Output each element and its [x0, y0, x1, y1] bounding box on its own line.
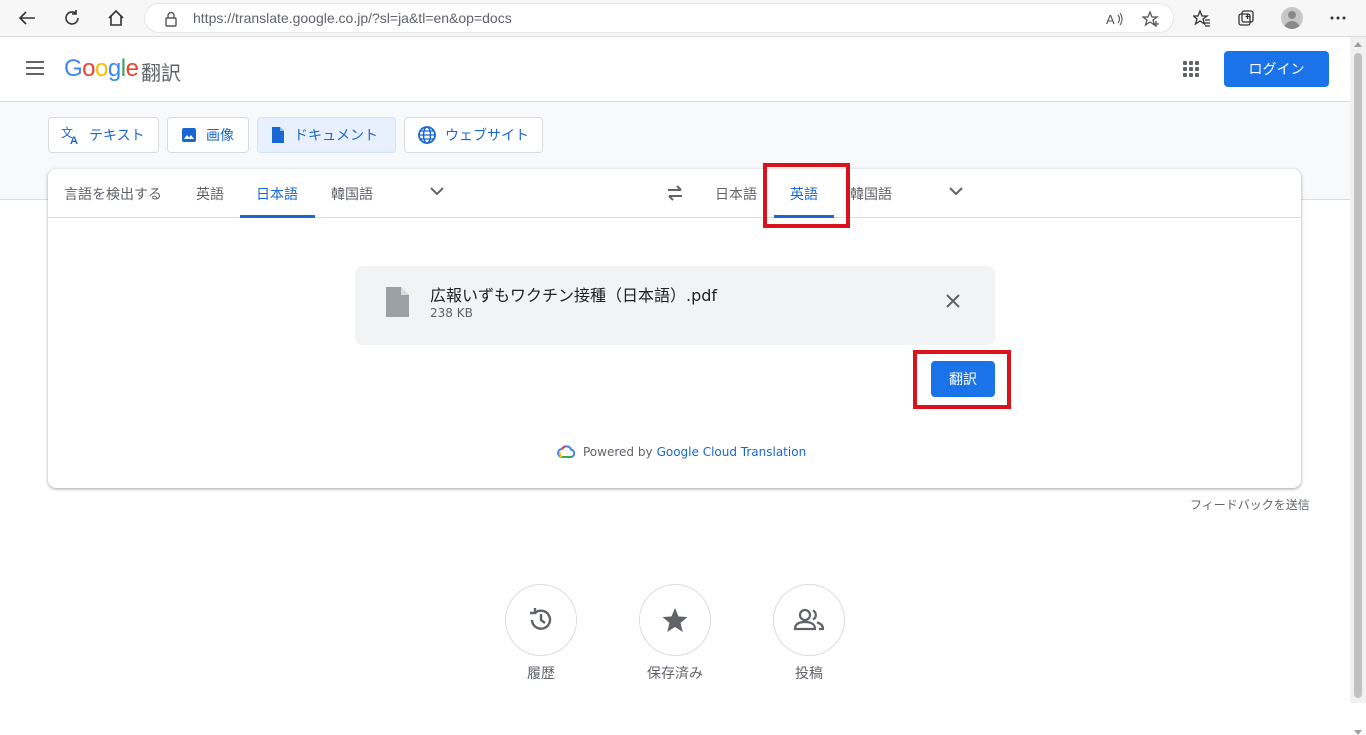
saved-button[interactable] [639, 584, 711, 656]
mode-document-label: ドキュメント [294, 128, 378, 144]
source-lang-korean-tab[interactable]: 韓国語 [331, 184, 373, 204]
read-aloud-icon[interactable]: A [1105, 9, 1125, 29]
mode-document-button[interactable]: ドキュメント [257, 117, 396, 153]
source-more-chevron-down-icon[interactable] [430, 186, 444, 196]
logo-letter: o [95, 55, 108, 82]
file-icon [386, 287, 409, 317]
source-lang-english-tab[interactable]: 英語 [196, 184, 224, 204]
google-cloud-icon [557, 445, 575, 458]
people-icon [793, 608, 825, 631]
mode-image-button[interactable]: 画像 [167, 117, 249, 153]
scroll-down-icon[interactable] [1354, 730, 1362, 735]
star-icon [662, 608, 688, 632]
translate-icon: 文 A [61, 125, 78, 145]
scroll-up-icon[interactable] [1354, 42, 1362, 47]
source-tab-indicator [240, 215, 315, 218]
history-icon [530, 608, 552, 630]
refresh-icon[interactable] [59, 6, 85, 30]
profile-avatar[interactable] [1281, 7, 1303, 29]
home-icon[interactable] [103, 6, 129, 30]
apps-grid-icon[interactable] [1183, 61, 1199, 77]
browser-toolbar: https://translate.google.co.jp/?sl=ja&tl… [0, 0, 1366, 37]
mode-website-button[interactable]: ウェブサイト [404, 117, 543, 153]
mode-text-label: テキスト [89, 128, 145, 144]
highlight-target-english [763, 163, 850, 228]
scrollbar-thumb[interactable] [1354, 53, 1362, 698]
mode-image-label: 画像 [206, 128, 234, 144]
document-icon [272, 127, 284, 143]
address-bar[interactable]: https://translate.google.co.jp/?sl=ja&tl… [144, 3, 1174, 33]
product-name: 翻訳 [141, 61, 181, 85]
target-lang-japanese-tab[interactable]: 日本語 [715, 184, 757, 204]
language-bar: 言語を検出する 英語 日本語 韓国語 日本語 英語 韓国語 [48, 169, 1301, 218]
favorites-icon[interactable] [1189, 6, 1215, 30]
mode-text-button[interactable]: 文 A テキスト [48, 117, 159, 153]
powered-by-text: Powered by [583, 445, 653, 459]
login-button[interactable]: ログイン [1224, 51, 1329, 87]
more-options-icon[interactable] [1325, 6, 1351, 30]
uploaded-file-box: 広報いずもワクチン接種（日本語）.pdf 238 KB [355, 266, 995, 345]
logo-letter: G [64, 55, 83, 82]
swap-languages-icon[interactable] [665, 183, 685, 203]
contribute-button[interactable] [773, 584, 845, 656]
history-label: 履歴 [527, 666, 555, 682]
globe-icon [418, 126, 436, 144]
saved-label: 保存済み [647, 666, 703, 682]
file-name: 広報いずもワクチン接種（日本語）.pdf [430, 286, 718, 305]
close-icon[interactable] [945, 293, 961, 309]
image-icon [182, 128, 196, 142]
translate-card: 言語を検出する 英語 日本語 韓国語 日本語 英語 韓国語 広報いずもワクチン接… [48, 169, 1301, 488]
add-favorite-icon[interactable] [1141, 9, 1161, 29]
svg-text:A: A [1106, 12, 1115, 26]
logo-letter: g [107, 55, 121, 82]
file-size: 238 KB [430, 306, 473, 320]
collections-icon[interactable] [1233, 6, 1259, 30]
powered-by: Powered by Google Cloud Translation [557, 445, 806, 459]
send-feedback-link[interactable]: フィードバックを送信 [1190, 496, 1310, 513]
hamburger-menu-icon[interactable] [26, 61, 46, 77]
cloud-translation-link[interactable]: Google Cloud Translation [657, 445, 807, 459]
back-icon[interactable] [14, 6, 40, 30]
history-button[interactable] [505, 584, 577, 656]
source-lang-japanese-tab[interactable]: 日本語 [256, 184, 298, 204]
mode-website-label: ウェブサイト [445, 128, 529, 144]
page-scrollbar[interactable] [1350, 37, 1366, 735]
google-logo[interactable]: Google [64, 55, 139, 83]
target-lang-korean-tab[interactable]: 韓国語 [850, 184, 892, 204]
contribute-label: 投稿 [795, 666, 823, 682]
app-header: Google 翻訳 ログイン [0, 37, 1350, 102]
lang-detect-tab[interactable]: 言語を検出する [64, 184, 162, 204]
highlight-translate-button [913, 350, 1011, 409]
svg-text:A: A [70, 135, 78, 145]
target-more-chevron-down-icon[interactable] [949, 186, 963, 196]
lock-icon[interactable] [161, 9, 181, 29]
url-text[interactable]: https://translate.google.co.jp/?sl=ja&tl… [193, 10, 512, 26]
logo-letter: e [125, 55, 139, 82]
logo-letter: o [82, 55, 96, 82]
